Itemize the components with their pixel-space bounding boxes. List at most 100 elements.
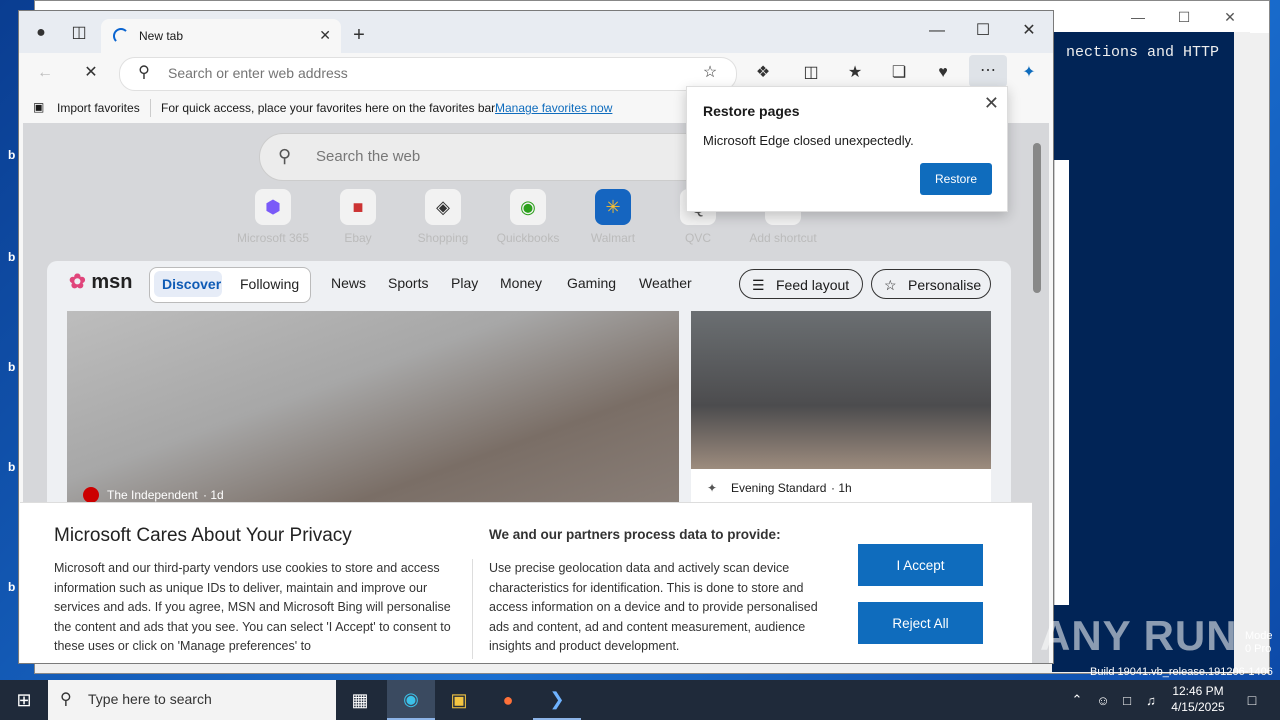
people-icon[interactable]: ☺ — [1090, 680, 1116, 720]
feed-toggle: Discover Following — [149, 267, 311, 303]
browser-essentials-icon[interactable]: ♥ — [929, 59, 957, 87]
shortcut-label: Microsoft 365 — [236, 231, 310, 245]
tab-actions-icon[interactable]: ◫ — [65, 19, 93, 47]
taskbar-search[interactable]: ⚲ Type here to search — [48, 680, 336, 720]
manage-favorites-link[interactable]: Manage favorites now — [495, 101, 612, 115]
new-tab-icon[interactable]: + — [345, 21, 373, 49]
stop-icon[interactable]: ✕ — [77, 59, 105, 87]
maximize-icon[interactable]: ☐ — [969, 17, 997, 45]
independent-logo-icon — [83, 487, 99, 503]
walmart-icon: ✳ — [595, 189, 631, 225]
page-scrollbar[interactable] — [1033, 143, 1041, 293]
show-hidden-icons-icon[interactable]: ⌃ — [1062, 680, 1092, 720]
accept-button[interactable]: I Accept — [858, 544, 983, 586]
tab-discover[interactable]: Discover — [162, 276, 221, 292]
restore-button[interactable]: Restore — [920, 163, 992, 195]
address-input[interactable] — [166, 64, 690, 82]
personalise-label: Personalise — [908, 277, 982, 293]
extensions-icon[interactable]: ❖ — [749, 59, 777, 87]
powershell-text: nections and HTTP — [1066, 44, 1220, 61]
import-favorites-button[interactable]: Import favorites — [57, 101, 140, 115]
tab-title: New tab — [139, 29, 184, 43]
nav-money[interactable]: Money — [500, 275, 542, 291]
address-bar[interactable]: ⚲ ☆ — [119, 57, 737, 91]
clock[interactable]: 12:46 PM 4/15/2025 — [1162, 683, 1234, 715]
shortcut-microsoft-365[interactable]: ⬢ Microsoft 365 — [233, 189, 313, 245]
divider — [472, 559, 473, 659]
back-icon[interactable]: ← — [31, 59, 59, 87]
privacy-text: Microsoft and our third-party vendors us… — [54, 561, 451, 653]
tab-following[interactable]: Following — [240, 276, 299, 292]
powershell-scrollbar[interactable] — [1234, 32, 1250, 672]
powershell-console[interactable] — [1052, 32, 1234, 672]
volume-icon[interactable]: ♫ — [1138, 680, 1164, 720]
close-icon[interactable]: ✕ — [1207, 5, 1253, 29]
nav-sports[interactable]: Sports — [388, 275, 428, 291]
hero-article-image[interactable]: The Independent · 1d — [67, 311, 679, 511]
anyrun-watermark: ANY RUN — [1040, 612, 1238, 659]
inner-panel — [1054, 160, 1069, 605]
favorites-icon[interactable]: ★ — [841, 59, 869, 87]
search-placeholder: Search the web — [316, 148, 421, 165]
msn-logo-text: msn — [91, 271, 133, 293]
tab-new-tab[interactable]: New tab ✕ — [101, 19, 341, 53]
shortcut-label: Quickbooks — [496, 231, 560, 245]
minimize-icon[interactable]: — — [1115, 5, 1161, 29]
firefox-icon[interactable]: ● — [484, 680, 532, 720]
close-icon[interactable]: ✕ — [1015, 17, 1043, 45]
tag-icon: ◈ — [425, 189, 461, 225]
shortcut-shopping[interactable]: ◈ Shopping — [403, 189, 483, 245]
taskbar: ⊞ ⚲ Type here to search ▦ ◉ ▣ ● ❯ ⌃ ☺ □ … — [0, 680, 1280, 720]
tab-bar: ● ◫ New tab ✕ + — ☐ ✕ — [19, 11, 1053, 53]
maximize-icon[interactable]: ☐ — [1161, 5, 1207, 29]
more-options-icon[interactable]: ⋯ — [969, 55, 1007, 87]
edge-taskbar-icon[interactable]: ◉ — [387, 680, 435, 720]
feed-layout-button[interactable]: ☰ Feed layout — [739, 269, 863, 299]
minimize-icon[interactable]: — — [923, 17, 951, 45]
split-screen-icon[interactable]: ◫ — [797, 59, 825, 87]
shortcut-label: QVC — [684, 231, 711, 245]
sliders-icon: ☰ — [752, 277, 765, 293]
msn-logo[interactable]: ✿ msn — [69, 269, 132, 294]
nav-weather[interactable]: Weather — [639, 275, 692, 291]
nav-gaming[interactable]: Gaming — [567, 275, 616, 291]
nav-play[interactable]: Play — [451, 275, 478, 291]
reject-all-button[interactable]: Reject All — [858, 602, 983, 644]
shortcut-label: Shopping — [417, 231, 469, 245]
powershell-taskbar-icon[interactable]: ❯ — [533, 680, 581, 720]
privacy-banner: Microsoft Cares About Your Privacy Micro… — [20, 502, 1032, 663]
side-age-value: 1h — [838, 481, 852, 495]
watermark-line: 0 Pro — [1245, 643, 1272, 655]
notifications-icon[interactable]: □ — [1232, 680, 1272, 720]
feed-layout-label: Feed layout — [776, 277, 850, 293]
tab-close-icon[interactable]: ✕ — [319, 27, 331, 44]
network-icon[interactable]: □ — [1114, 680, 1140, 720]
shortcut-quickbooks[interactable]: ◉ Quickbooks — [488, 189, 568, 245]
close-icon[interactable]: ✕ — [984, 93, 999, 114]
ebay-icon: ■ — [340, 189, 376, 225]
search-icon: ⚲ — [138, 64, 150, 81]
privacy-title: Microsoft Cares About Your Privacy — [54, 525, 352, 546]
side-age: · 1h — [831, 481, 852, 495]
shortcut-walmart[interactable]: ✳ Walmart — [573, 189, 653, 245]
clock-time: 12:46 PM — [1172, 684, 1224, 698]
profile-icon[interactable]: ● — [27, 19, 55, 47]
sparkle-icon: ☆ — [884, 277, 897, 293]
windows-start-icon[interactable]: ⊞ — [0, 680, 48, 720]
shortcut-label: Walmart — [590, 231, 636, 245]
file-explorer-icon[interactable]: ▣ — [435, 680, 483, 720]
side-article-image[interactable] — [691, 311, 991, 469]
collections-icon[interactable]: ❏ — [885, 59, 913, 87]
nav-news[interactable]: News — [331, 275, 366, 291]
favorites-hint: For quick access, place your favorites h… — [161, 101, 498, 115]
build-text: Build 19041.vb_release.191206-1406 — [1090, 666, 1273, 678]
task-view-icon[interactable]: ▦ — [336, 680, 384, 720]
shortcut-ebay[interactable]: ■ Ebay — [318, 189, 398, 245]
personalise-button[interactable]: ☆ Personalise — [871, 269, 991, 299]
clock-date: 4/15/2025 — [1171, 700, 1225, 714]
favorite-star-icon[interactable]: ☆ — [696, 59, 724, 87]
copilot-icon[interactable]: ✦ — [1015, 59, 1043, 87]
butterfly-icon: ✿ — [69, 271, 86, 293]
watermark-line: Mode — [1245, 630, 1273, 642]
search-icon: ⚲ — [278, 146, 292, 166]
